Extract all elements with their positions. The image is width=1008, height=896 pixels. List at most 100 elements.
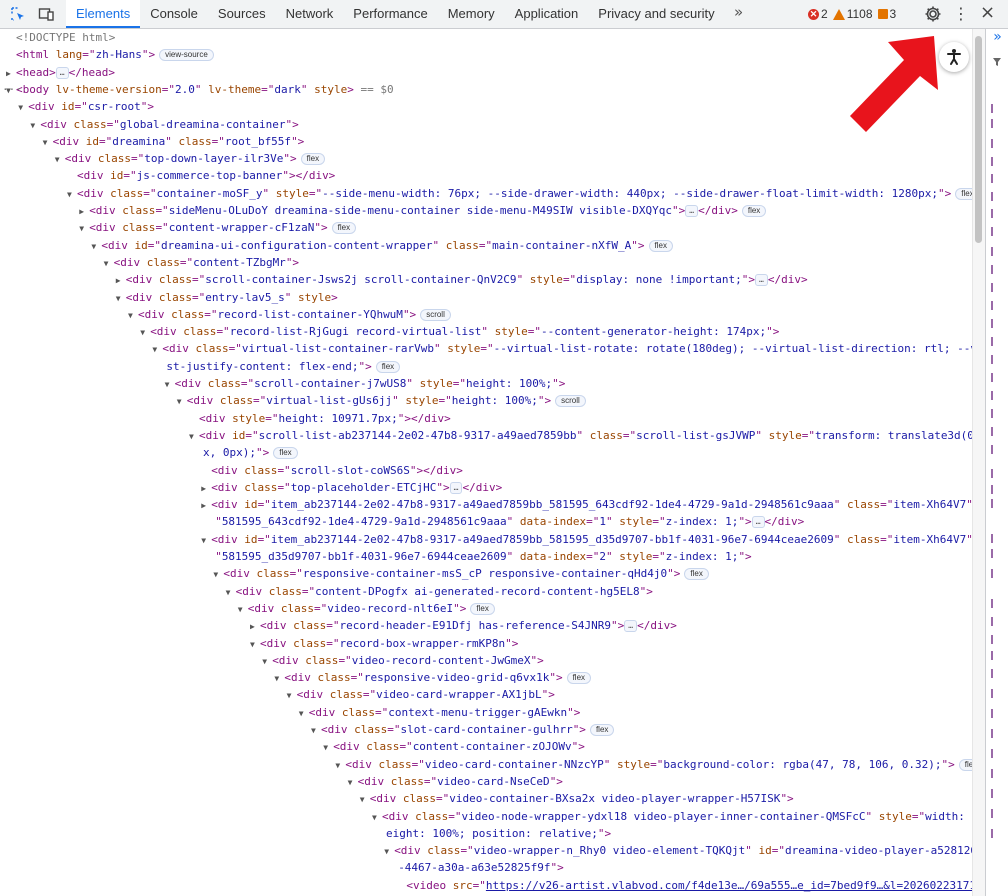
- attribute-name: id: [127, 238, 148, 252]
- tag-text: ">: [541, 688, 555, 702]
- collapse-triangle-icon[interactable]: ▼: [274, 670, 284, 687]
- collapse-triangle-icon[interactable]: ▼: [299, 705, 309, 722]
- collapse-triangle-icon[interactable]: ▼: [335, 757, 345, 774]
- expand-panel-icon[interactable]: »: [986, 29, 1008, 51]
- attribute-link[interactable]: https://v26-artist.vlabvod.com/f4de13e…/…: [486, 879, 972, 892]
- expand-triangle-icon[interactable]: ▶: [79, 203, 89, 220]
- collapse-triangle-icon[interactable]: ▼: [311, 722, 321, 739]
- inspect-element-icon[interactable]: [8, 4, 28, 24]
- tag-text: <div: [223, 567, 250, 581]
- filter-icon[interactable]: [992, 57, 1002, 67]
- collapse-triangle-icon[interactable]: ▼: [116, 290, 126, 307]
- collapse-triangle-icon[interactable]: ▼: [43, 134, 53, 151]
- issue-counters[interactable]: ✕ 2 1108 3: [808, 0, 901, 28]
- scroll-badge[interactable]: scroll: [555, 395, 586, 408]
- collapse-triangle-icon[interactable]: ▼: [348, 774, 358, 791]
- collapse-triangle-icon[interactable]: ▼: [30, 117, 40, 134]
- collapsed-content-ellipsis[interactable]: …: [55, 66, 69, 79]
- collapse-triangle-icon[interactable]: ▼: [201, 532, 211, 549]
- expand-triangle-icon[interactable]: ▶: [6, 65, 16, 82]
- collapse-triangle-icon[interactable]: ▼: [360, 791, 370, 808]
- collapse-triangle-icon[interactable]: ▼: [226, 584, 236, 601]
- tab-console[interactable]: Console: [140, 0, 208, 28]
- scroll-badge[interactable]: scroll: [420, 308, 451, 321]
- view-source-badge[interactable]: view-source: [159, 49, 214, 62]
- tab-performance[interactable]: Performance: [343, 0, 437, 28]
- tag-text: =": [192, 273, 206, 287]
- settings-gear-icon[interactable]: [922, 3, 944, 25]
- flex-badge[interactable]: flex: [300, 153, 326, 166]
- style-rule-fragment: [991, 651, 997, 660]
- collapse-triangle-icon[interactable]: ▼: [128, 307, 138, 324]
- error-counter[interactable]: ✕ 2: [808, 7, 828, 21]
- tab-network[interactable]: Network: [276, 0, 344, 28]
- collapse-triangle-icon[interactable]: ▼: [323, 739, 333, 756]
- collapse-triangle-icon[interactable]: ▼: [262, 653, 272, 670]
- collapsed-content-ellipsis[interactable]: …: [755, 274, 768, 287]
- tab-application[interactable]: Application: [505, 0, 589, 28]
- attribute-name: id: [54, 100, 75, 114]
- flex-badge[interactable]: flex: [470, 602, 495, 615]
- collapse-triangle-icon[interactable]: ▼: [18, 99, 28, 116]
- tag-text: =": [480, 342, 494, 356]
- device-toolbar-icon[interactable]: [36, 4, 56, 24]
- expand-triangle-icon[interactable]: ▶: [201, 497, 211, 514]
- collapse-triangle-icon[interactable]: ▼: [55, 151, 65, 168]
- flex-badge[interactable]: flex: [684, 568, 709, 581]
- collapse-triangle-icon[interactable]: ▼: [238, 601, 248, 618]
- attribute-value: video-node-wrapper-ydxl18 video-player-i…: [461, 809, 866, 823]
- collapse-triangle-icon[interactable]: ▼: [189, 428, 199, 445]
- collapsed-content-ellipsis[interactable]: …: [685, 205, 699, 217]
- dom-tree[interactable]: <!DOCTYPE html> <html lang="zh-Hans"> view…: [0, 29, 972, 896]
- collapse-triangle-icon[interactable]: ▼: [372, 809, 382, 826]
- expand-triangle-icon[interactable]: ▶: [250, 618, 260, 635]
- collapse-triangle-icon[interactable]: ▼: [213, 566, 223, 583]
- tag-text: ": [745, 844, 752, 858]
- collapse-triangle-icon[interactable]: ▼: [165, 376, 175, 393]
- flex-badge[interactable]: flex: [741, 205, 767, 217]
- collapse-triangle-icon[interactable]: ▼: [91, 238, 101, 255]
- flex-badge[interactable]: flex: [273, 447, 298, 460]
- dom-tree-scrollbar[interactable]: [972, 29, 985, 896]
- tag-text: =": [261, 82, 275, 96]
- flex-badge[interactable]: flex: [589, 724, 615, 736]
- more-tabs-button[interactable]: »: [734, 3, 743, 21]
- flex-badge[interactable]: flex: [375, 360, 401, 373]
- close-icon[interactable]: ×: [980, 2, 995, 23]
- style-rule-fragment: [991, 427, 997, 436]
- collapsed-content-ellipsis[interactable]: …: [449, 481, 463, 494]
- flex-badge[interactable]: flex: [648, 239, 673, 252]
- attribute-name: class: [213, 394, 254, 408]
- collapse-triangle-icon[interactable]: ▼: [104, 255, 114, 272]
- attribute-value: item_ab237144-2e02-47b8-9317-a49aed7859b…: [270, 498, 834, 512]
- scrollbar-thumb[interactable]: [975, 36, 982, 243]
- flex-badge[interactable]: flex: [331, 222, 357, 235]
- flex-badge[interactable]: flex: [566, 672, 592, 685]
- collapse-triangle-icon[interactable]: ▼: [79, 220, 89, 237]
- devtools-toolbar: Elements Console Sources Network Performance…: [0, 0, 1008, 29]
- collapse-triangle-icon[interactable]: ▼: [140, 324, 150, 341]
- style-rule-fragment: [991, 485, 997, 494]
- tab-memory[interactable]: Memory: [438, 0, 505, 28]
- node-actions-ellipsis[interactable]: ···: [2, 81, 22, 98]
- collapse-triangle-icon[interactable]: ▼: [177, 393, 187, 410]
- collapse-triangle-icon[interactable]: ▼: [250, 636, 260, 653]
- attribute-value: responsive-video-grid-q6vx1k: [363, 671, 550, 685]
- expand-triangle-icon[interactable]: ▶: [201, 480, 211, 497]
- collapse-triangle-icon[interactable]: ▼: [152, 341, 162, 358]
- flex-badge[interactable]: flex: [958, 758, 972, 771]
- tab-privacy-and-security[interactable]: Privacy and security: [588, 0, 724, 28]
- more-options-icon[interactable]: ⋮: [953, 4, 969, 24]
- issues-counter[interactable]: 3: [877, 7, 896, 21]
- collapse-triangle-icon[interactable]: ▼: [384, 843, 394, 860]
- flex-badge[interactable]: flex: [955, 187, 972, 200]
- tab-sources[interactable]: Sources: [208, 0, 276, 28]
- collapse-triangle-icon[interactable]: ▼: [67, 186, 77, 203]
- expand-triangle-icon[interactable]: ▶: [116, 272, 126, 289]
- collapsed-content-ellipsis[interactable]: …: [624, 620, 638, 633]
- collapse-triangle-icon[interactable]: ▼: [287, 687, 297, 704]
- collapsed-content-ellipsis[interactable]: …: [751, 516, 765, 529]
- warning-counter[interactable]: 1108: [832, 7, 873, 21]
- tab-elements[interactable]: Elements: [66, 0, 141, 28]
- tag-text: ">: [285, 117, 299, 131]
